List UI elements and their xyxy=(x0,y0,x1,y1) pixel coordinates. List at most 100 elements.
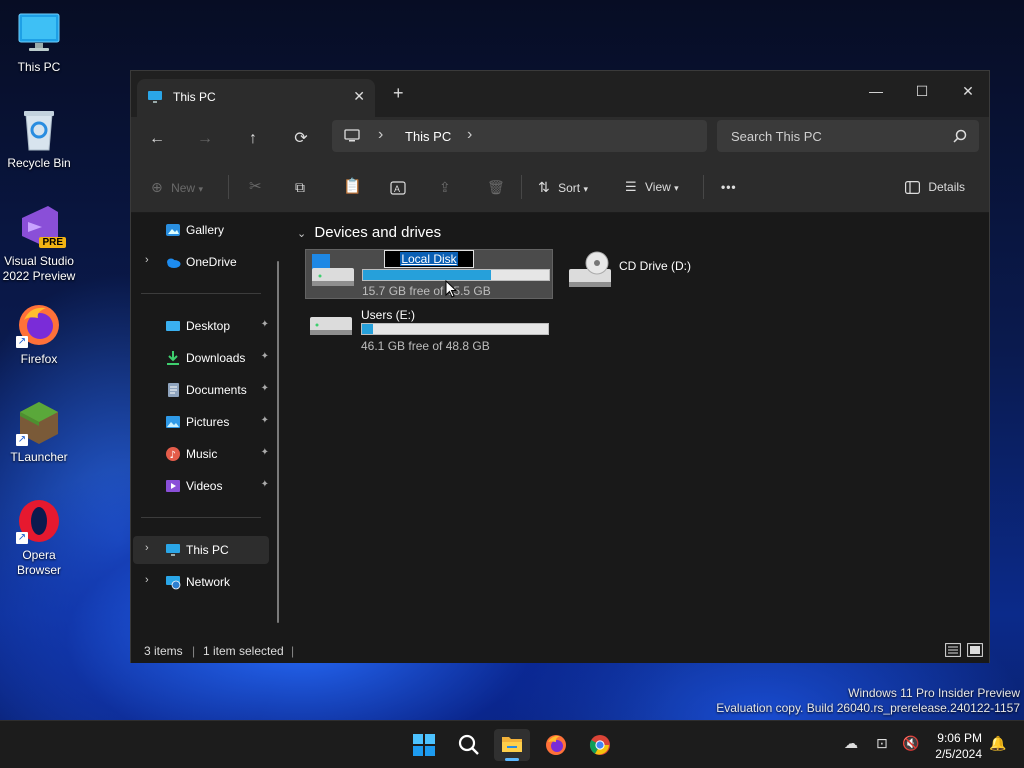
sidebar-scrollbar[interactable] xyxy=(277,261,279,623)
pictures-icon xyxy=(165,414,181,430)
maximize-button[interactable]: ☐ xyxy=(899,77,945,107)
sidebar-item-label: This PC xyxy=(186,543,229,557)
preview-badge: PRE xyxy=(39,237,66,248)
desktop-icon-tlauncher[interactable]: ↗ TLauncher xyxy=(0,400,78,465)
desktop-icon-recycle-bin[interactable]: Recycle Bin xyxy=(0,106,78,171)
desktop-icon-firefox[interactable]: ↗ Firefox xyxy=(0,302,78,367)
downloads-icon xyxy=(165,350,181,366)
pin-icon: ✦ xyxy=(260,415,269,426)
sidebar-item-label: Pictures xyxy=(186,415,230,429)
system-clock[interactable]: 9:06 PM 2/5/2024 xyxy=(935,730,982,762)
status-selected-count: 1 item selected xyxy=(203,644,284,658)
chevron-right-icon[interactable]: › xyxy=(145,574,149,586)
up-button[interactable]: ↑ xyxy=(238,125,268,153)
sort-icon: ⇅ xyxy=(538,179,550,195)
tab-this-pc[interactable]: This PC ✕ xyxy=(137,79,375,117)
drive-usage-fill xyxy=(363,270,492,280)
pin-icon: ✦ xyxy=(260,479,269,490)
desktop-icon-label: Recycle Bin xyxy=(7,156,71,170)
rename-input[interactable]: Local Disk xyxy=(384,250,474,268)
view-button[interactable]: ☰ View ▾ xyxy=(625,161,679,213)
details-view-icon[interactable] xyxy=(945,643,961,660)
share-icon[interactable]: ⇪ xyxy=(439,161,451,213)
drive-item-local-disk[interactable]: Local Disk 15.7 GB free of ?5.5 GB xyxy=(305,249,553,299)
sidebar-item-onedrive[interactable]: › OneDrive xyxy=(133,248,269,276)
chevron-right-icon[interactable]: › xyxy=(145,542,149,554)
desktop-icon-opera[interactable]: ↗ Opera Browser xyxy=(0,498,78,578)
more-options-button[interactable]: ••• xyxy=(721,161,737,213)
cut-icon[interactable]: ✂ xyxy=(249,161,262,213)
new-tab-button[interactable]: + xyxy=(393,83,404,104)
group-title: Devices and drives xyxy=(314,224,442,241)
svg-text:♪: ♪ xyxy=(170,450,176,461)
details-pane-button[interactable]: Details xyxy=(905,161,965,213)
sort-button[interactable]: ⇅ Sort ▾ xyxy=(538,161,588,213)
sidebar-item-label: Videos xyxy=(186,479,223,493)
drive-item-users[interactable]: Users (E:) 46.1 GB free of 48.8 GB xyxy=(305,305,553,355)
close-tab-icon[interactable]: ✕ xyxy=(353,88,365,105)
watermark-line-2: Evaluation copy. Build 26040.rs_prerelea… xyxy=(716,701,1020,715)
address-bar[interactable]: › This PC › xyxy=(332,120,707,152)
sidebar-item-music[interactable]: ♪ Music ✦ xyxy=(133,440,269,468)
clock-time: 9:06 PM xyxy=(937,731,982,745)
close-window-button[interactable]: ✕ xyxy=(945,77,991,107)
delete-icon[interactable]: 🗑 xyxy=(487,161,505,213)
drive-item-cd-drive[interactable]: CD Drive (D:) xyxy=(563,249,763,299)
breadcrumb-this-pc[interactable]: This PC xyxy=(405,129,451,144)
sidebar-item-downloads[interactable]: Downloads ✦ xyxy=(133,344,269,372)
taskbar-chrome[interactable] xyxy=(582,729,618,761)
copy-icon[interactable]: ⧉ xyxy=(295,161,305,213)
sidebar-item-this-pc[interactable]: › This PC xyxy=(133,536,269,564)
desktop-icon-visual-studio[interactable]: PRE Visual Studio 2022 Preview xyxy=(0,204,78,284)
toolbar-divider xyxy=(703,175,704,199)
chrome-icon xyxy=(589,734,611,759)
forward-button[interactable]: → xyxy=(190,125,220,153)
volume-muted-icon[interactable]: 🔇 xyxy=(902,735,919,752)
details-pane-icon xyxy=(905,180,923,195)
this-pc-icon xyxy=(147,89,163,108)
search-input[interactable]: Search This PC xyxy=(731,129,822,144)
breadcrumb-separator-icon[interactable]: › xyxy=(378,126,383,144)
view-list-icon: ☰ xyxy=(625,179,637,194)
onedrive-offline-icon[interactable]: ☁ xyxy=(844,735,858,752)
pin-icon: ✦ xyxy=(260,383,269,394)
desktop-icon-this-pc[interactable]: This PC xyxy=(0,10,78,75)
add-circle-icon: ⊕ xyxy=(151,179,163,195)
minimize-button[interactable]: — xyxy=(853,77,899,107)
this-pc-icon xyxy=(165,542,181,558)
desktop-icon-label: This PC xyxy=(17,60,61,74)
sidebar-item-videos[interactable]: Videos ✦ xyxy=(133,472,269,500)
sidebar-item-pictures[interactable]: Pictures ✦ xyxy=(133,408,269,436)
shortcut-arrow-icon: ↗ xyxy=(16,532,28,544)
taskbar-file-explorer[interactable] xyxy=(494,729,530,761)
drive-name: Users (E:) xyxy=(361,308,415,322)
network-status-icon[interactable]: ⊡ xyxy=(876,735,888,752)
rename-icon[interactable]: A xyxy=(390,161,406,213)
sidebar-item-network[interactable]: › Network xyxy=(133,568,269,596)
navigation-bar: ← → ↑ ⟳ › This PC › Search This PC xyxy=(131,117,989,161)
mouse-cursor-icon xyxy=(445,279,458,301)
desktop-icon-label: TLauncher xyxy=(10,450,68,464)
back-button[interactable]: ← xyxy=(142,125,172,153)
new-button[interactable]: ⊕ New ▾ xyxy=(151,161,203,213)
status-separator: | xyxy=(192,644,196,658)
toolbar-divider xyxy=(521,175,522,199)
sidebar-item-label: Documents xyxy=(186,383,247,397)
large-icons-view-icon[interactable] xyxy=(967,643,983,660)
sidebar-item-desktop[interactable]: Desktop ✦ xyxy=(133,312,269,340)
paste-icon[interactable]: 📋 xyxy=(343,161,362,213)
taskbar-search-button[interactable] xyxy=(450,729,486,761)
search-box[interactable]: Search This PC xyxy=(717,120,979,152)
visual-studio-icon: PRE xyxy=(16,204,66,250)
refresh-button[interactable]: ⟳ xyxy=(286,125,316,153)
sidebar-item-documents[interactable]: Documents ✦ xyxy=(133,376,269,404)
documents-icon xyxy=(165,382,181,398)
start-button[interactable] xyxy=(406,729,442,761)
group-header-devices-and-drives[interactable]: ⌄ Devices and drives xyxy=(297,224,441,241)
breadcrumb-separator-icon[interactable]: › xyxy=(467,126,472,144)
chevron-right-icon[interactable]: › xyxy=(145,254,149,266)
sidebar-item-gallery[interactable]: Gallery xyxy=(133,216,269,244)
taskbar-firefox[interactable] xyxy=(538,729,574,761)
notification-bell-icon[interactable]: 🔔 xyxy=(989,735,1006,752)
desktop-icon-label: Firefox xyxy=(20,352,58,366)
